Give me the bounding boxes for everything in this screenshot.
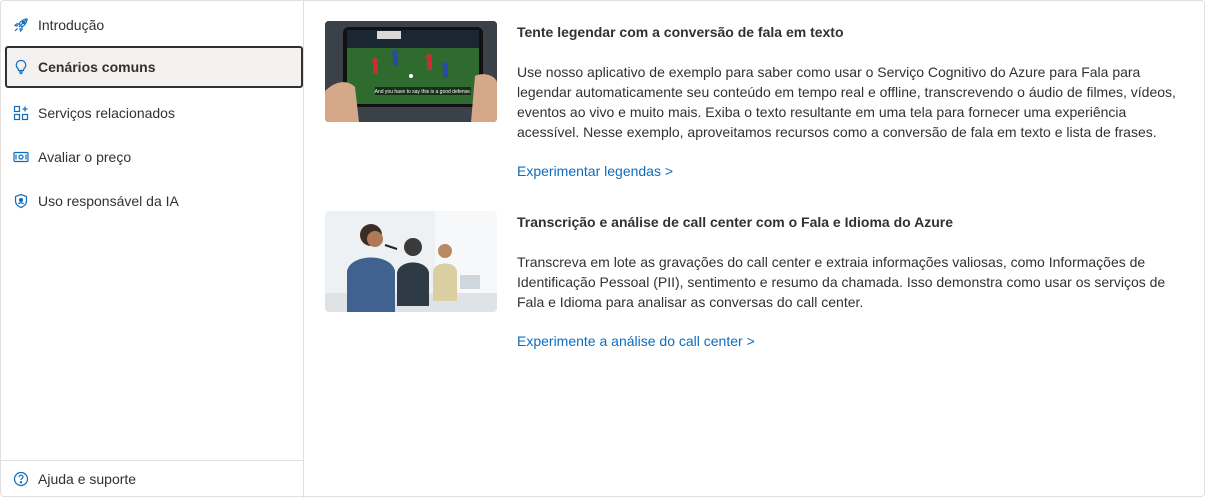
sidebar-item-servicos-relacionados[interactable]: Serviços relacionados <box>5 92 303 134</box>
sidebar-item-label: Introdução <box>38 17 105 33</box>
grid-add-icon <box>13 105 29 121</box>
help-support-link[interactable]: Ajuda e suporte <box>13 471 136 487</box>
try-captions-link[interactable]: Experimentar legendas > <box>517 163 673 179</box>
panel-frame: Introdução Cenários comuns Serviços rela… <box>0 0 1205 498</box>
sidebar-item-label: Uso responsável da IA <box>38 193 179 209</box>
card-description: Use nosso aplicativo de exemplo para sab… <box>517 64 1176 140</box>
help-circle-icon <box>13 471 29 487</box>
card-title: Transcrição e análise de call center com… <box>517 214 953 230</box>
lightbulb-icon <box>13 59 29 75</box>
sidebar-nav: Introdução Cenários comuns Serviços rela… <box>1 1 304 498</box>
help-support-label: Ajuda e suporte <box>38 471 137 487</box>
call-center-agents-image <box>325 211 497 312</box>
shield-icon <box>13 193 29 209</box>
money-icon <box>13 149 29 165</box>
image-caption-text: And you have to say this is a good defen… <box>375 89 472 95</box>
sidebar-item-uso-responsavel-ia[interactable]: Uso responsável da IA <box>5 180 303 222</box>
card-description: Transcreva em lote as gravações do call … <box>517 254 1166 310</box>
sidebar-item-cenarios-comuns[interactable]: Cenários comuns <box>5 46 303 88</box>
card-title: Tente legendar com a conversão de fala e… <box>517 24 844 40</box>
sidebar-item-label: Avaliar o preço <box>38 149 132 165</box>
sidebar-item-avaliar-preco[interactable]: Avaliar o preço <box>5 136 303 178</box>
soccer-phone-captions-image: And you have to say this is a good defen… <box>325 21 497 122</box>
sidebar-item-label: Serviços relacionados <box>38 105 175 121</box>
sidebar-item-introducao[interactable]: Introdução <box>5 4 303 46</box>
sidebar-footer: Ajuda e suporte <box>1 460 303 499</box>
try-call-center-analysis-link[interactable]: Experimente a análise do call center > <box>517 333 755 349</box>
sidebar-item-label: Cenários comuns <box>38 59 156 75</box>
rocket-icon <box>13 17 29 33</box>
